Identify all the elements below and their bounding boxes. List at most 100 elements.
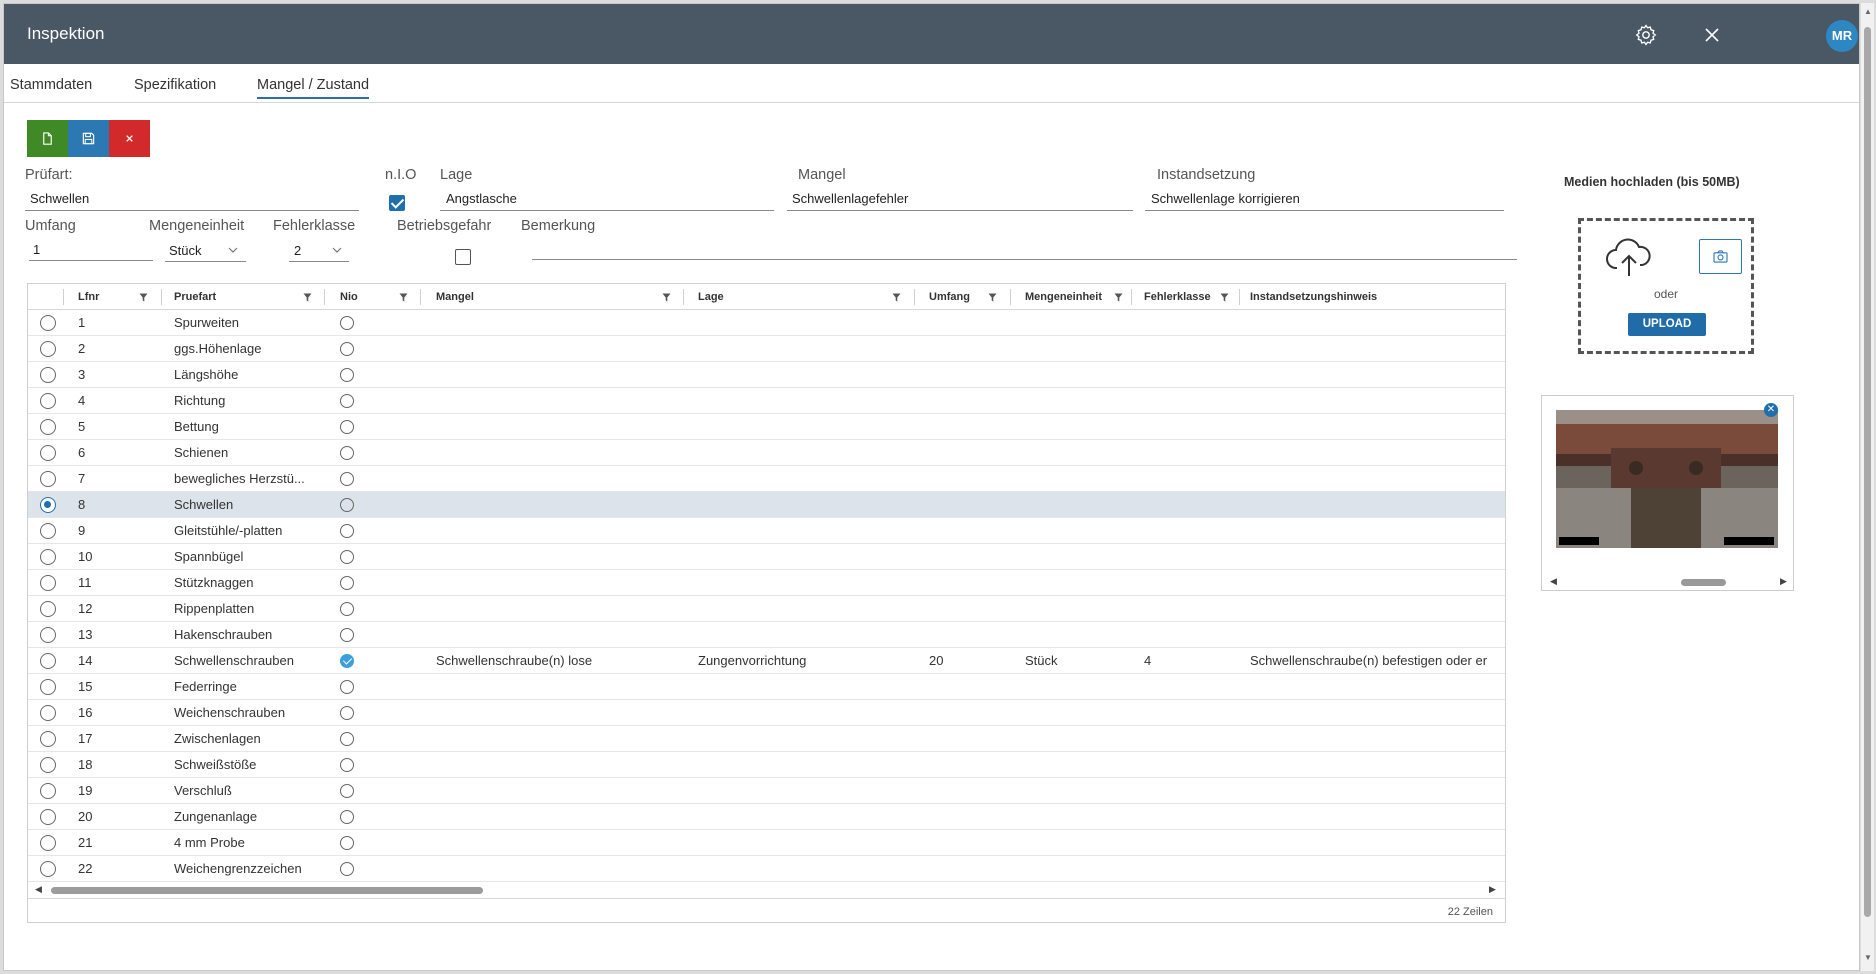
row-select-radio[interactable] [40,861,56,877]
nio-indicator[interactable] [340,576,354,590]
table-row[interactable]: 2 ggs.Höhenlage [28,336,1505,362]
nio-indicator[interactable] [340,420,354,434]
table-row[interactable]: 13 Hakenschrauben [28,622,1505,648]
scroll-right-icon[interactable]: ▶ [1489,884,1496,895]
table-row[interactable]: 19 Verschluß [28,778,1505,804]
scroll-down-icon[interactable]: ▼ [1864,953,1872,962]
row-select-radio[interactable] [40,757,56,773]
scroll-right-icon[interactable]: ▶ [1780,576,1787,587]
row-select-radio[interactable] [40,523,56,539]
row-select-radio[interactable] [40,627,56,643]
chevron-down-icon[interactable] [228,247,238,254]
media-scrollbar[interactable]: ◀ ▶ [1542,576,1793,588]
nio-indicator[interactable] [340,810,354,824]
scroll-left-icon[interactable]: ◀ [1550,576,1557,587]
row-select-radio[interactable] [40,315,56,331]
save-button[interactable] [68,120,109,157]
filter-icon[interactable] [662,293,671,302]
row-select-radio[interactable] [40,705,56,721]
row-select-radio[interactable] [40,471,56,487]
column-header-fehlerklasse[interactable]: Fehlerklasse [1144,284,1211,310]
row-select-radio[interactable] [40,835,56,851]
gear-icon[interactable] [1634,23,1658,47]
column-header-mangel[interactable]: Mangel [436,284,474,310]
table-row[interactable]: 8 Schwellen [28,492,1505,518]
row-select-radio[interactable] [40,549,56,565]
table-row[interactable]: 15 Federringe [28,674,1505,700]
filter-icon[interactable] [139,293,148,302]
new-button[interactable] [27,120,68,157]
row-select-radio[interactable] [40,601,56,617]
row-select-radio[interactable] [40,653,56,669]
row-select-radio[interactable] [40,731,56,747]
table-row[interactable]: 5 Bettung [28,414,1505,440]
nio-indicator[interactable] [340,550,354,564]
filter-icon[interactable] [399,293,408,302]
close-icon[interactable] [1700,23,1724,47]
column-header-umfang[interactable]: Umfang [929,284,970,310]
vertical-scrollbar[interactable]: ▲ ▼ [1861,3,1874,971]
row-select-radio[interactable] [40,679,56,695]
cancel-button[interactable] [109,120,150,157]
nio-indicator[interactable] [340,602,354,616]
mengeneinheit-select[interactable]: Stück [169,243,202,258]
umfang-input[interactable]: 1 [33,242,40,257]
nio-indicator[interactable] [340,342,354,356]
instandsetzung-value[interactable]: Schwellenlage korrigieren [1151,191,1300,206]
horizontal-scrollbar[interactable]: ◀ ▶ [28,883,1505,897]
upload-button[interactable]: UPLOAD [1628,313,1706,336]
nio-indicator[interactable] [340,654,354,668]
betriebsgefahr-checkbox[interactable] [455,249,471,265]
nio-indicator[interactable] [340,316,354,330]
track-photo-thumbnail[interactable] [1556,410,1778,548]
table-row[interactable]: 10 Spannbügel [28,544,1505,570]
nio-checkbox[interactable] [389,195,405,211]
nio-indicator[interactable] [340,472,354,486]
row-select-radio[interactable] [40,809,56,825]
column-header-mengeneinheit[interactable]: Mengeneinheit [1025,284,1102,310]
table-row[interactable]: 20 Zungenanlage [28,804,1505,830]
scrollbar-thumb[interactable] [1681,579,1726,586]
row-select-radio[interactable] [40,341,56,357]
nio-indicator[interactable] [340,680,354,694]
avatar[interactable]: MR [1826,20,1858,52]
filter-icon[interactable] [1114,293,1123,302]
nio-indicator[interactable] [340,706,354,720]
pruefart-value[interactable]: Schwellen [30,191,89,206]
nio-indicator[interactable] [340,628,354,642]
row-select-radio[interactable] [40,575,56,591]
nio-indicator[interactable] [340,394,354,408]
nio-indicator[interactable] [340,784,354,798]
column-header-lfnr[interactable]: Lfnr [78,284,99,310]
row-select-radio[interactable] [40,367,56,383]
filter-icon[interactable] [892,293,901,302]
fehlerklasse-select[interactable]: 2 [294,243,301,258]
mangel-value[interactable]: Schwellenlagefehler [792,191,908,206]
nio-indicator[interactable] [340,524,354,538]
table-row[interactable]: 9 Gleitstühle/-platten [28,518,1505,544]
lage-value[interactable]: Angstlasche [446,191,517,206]
scroll-up-icon[interactable]: ▲ [1864,7,1872,16]
chevron-down-icon[interactable] [332,247,342,254]
table-row[interactable]: 22 Weichengrenzzeichen [28,856,1505,882]
table-row[interactable]: 17 Zwischenlagen [28,726,1505,752]
column-header-instandsetzungshinweis[interactable]: Instandsetzungshinweis [1250,284,1377,310]
filter-icon[interactable] [988,293,997,302]
column-header-nio[interactable]: Nio [340,284,358,310]
table-row[interactable]: 3 Längshöhe [28,362,1505,388]
scroll-left-icon[interactable]: ◀ [35,884,42,895]
row-select-radio[interactable] [40,783,56,799]
tab-mangel-zustand[interactable]: Mangel / Zustand [257,77,370,99]
upload-dropzone[interactable]: oder UPLOAD [1578,218,1754,354]
table-row[interactable]: 18 Schweißstöße [28,752,1505,778]
column-header-pruefart[interactable]: Pruefart [174,284,216,310]
table-row[interactable]: 21 4 mm Probe [28,830,1505,856]
table-row[interactable]: 4 Richtung [28,388,1505,414]
tab-spezifikation[interactable]: Spezifikation [134,77,216,93]
row-select-radio[interactable] [40,497,56,513]
nio-indicator[interactable] [340,836,354,850]
scrollbar-thumb[interactable] [1864,27,1871,917]
filter-icon[interactable] [1220,293,1229,302]
nio-indicator[interactable] [340,446,354,460]
table-row[interactable]: 11 Stützknaggen [28,570,1505,596]
